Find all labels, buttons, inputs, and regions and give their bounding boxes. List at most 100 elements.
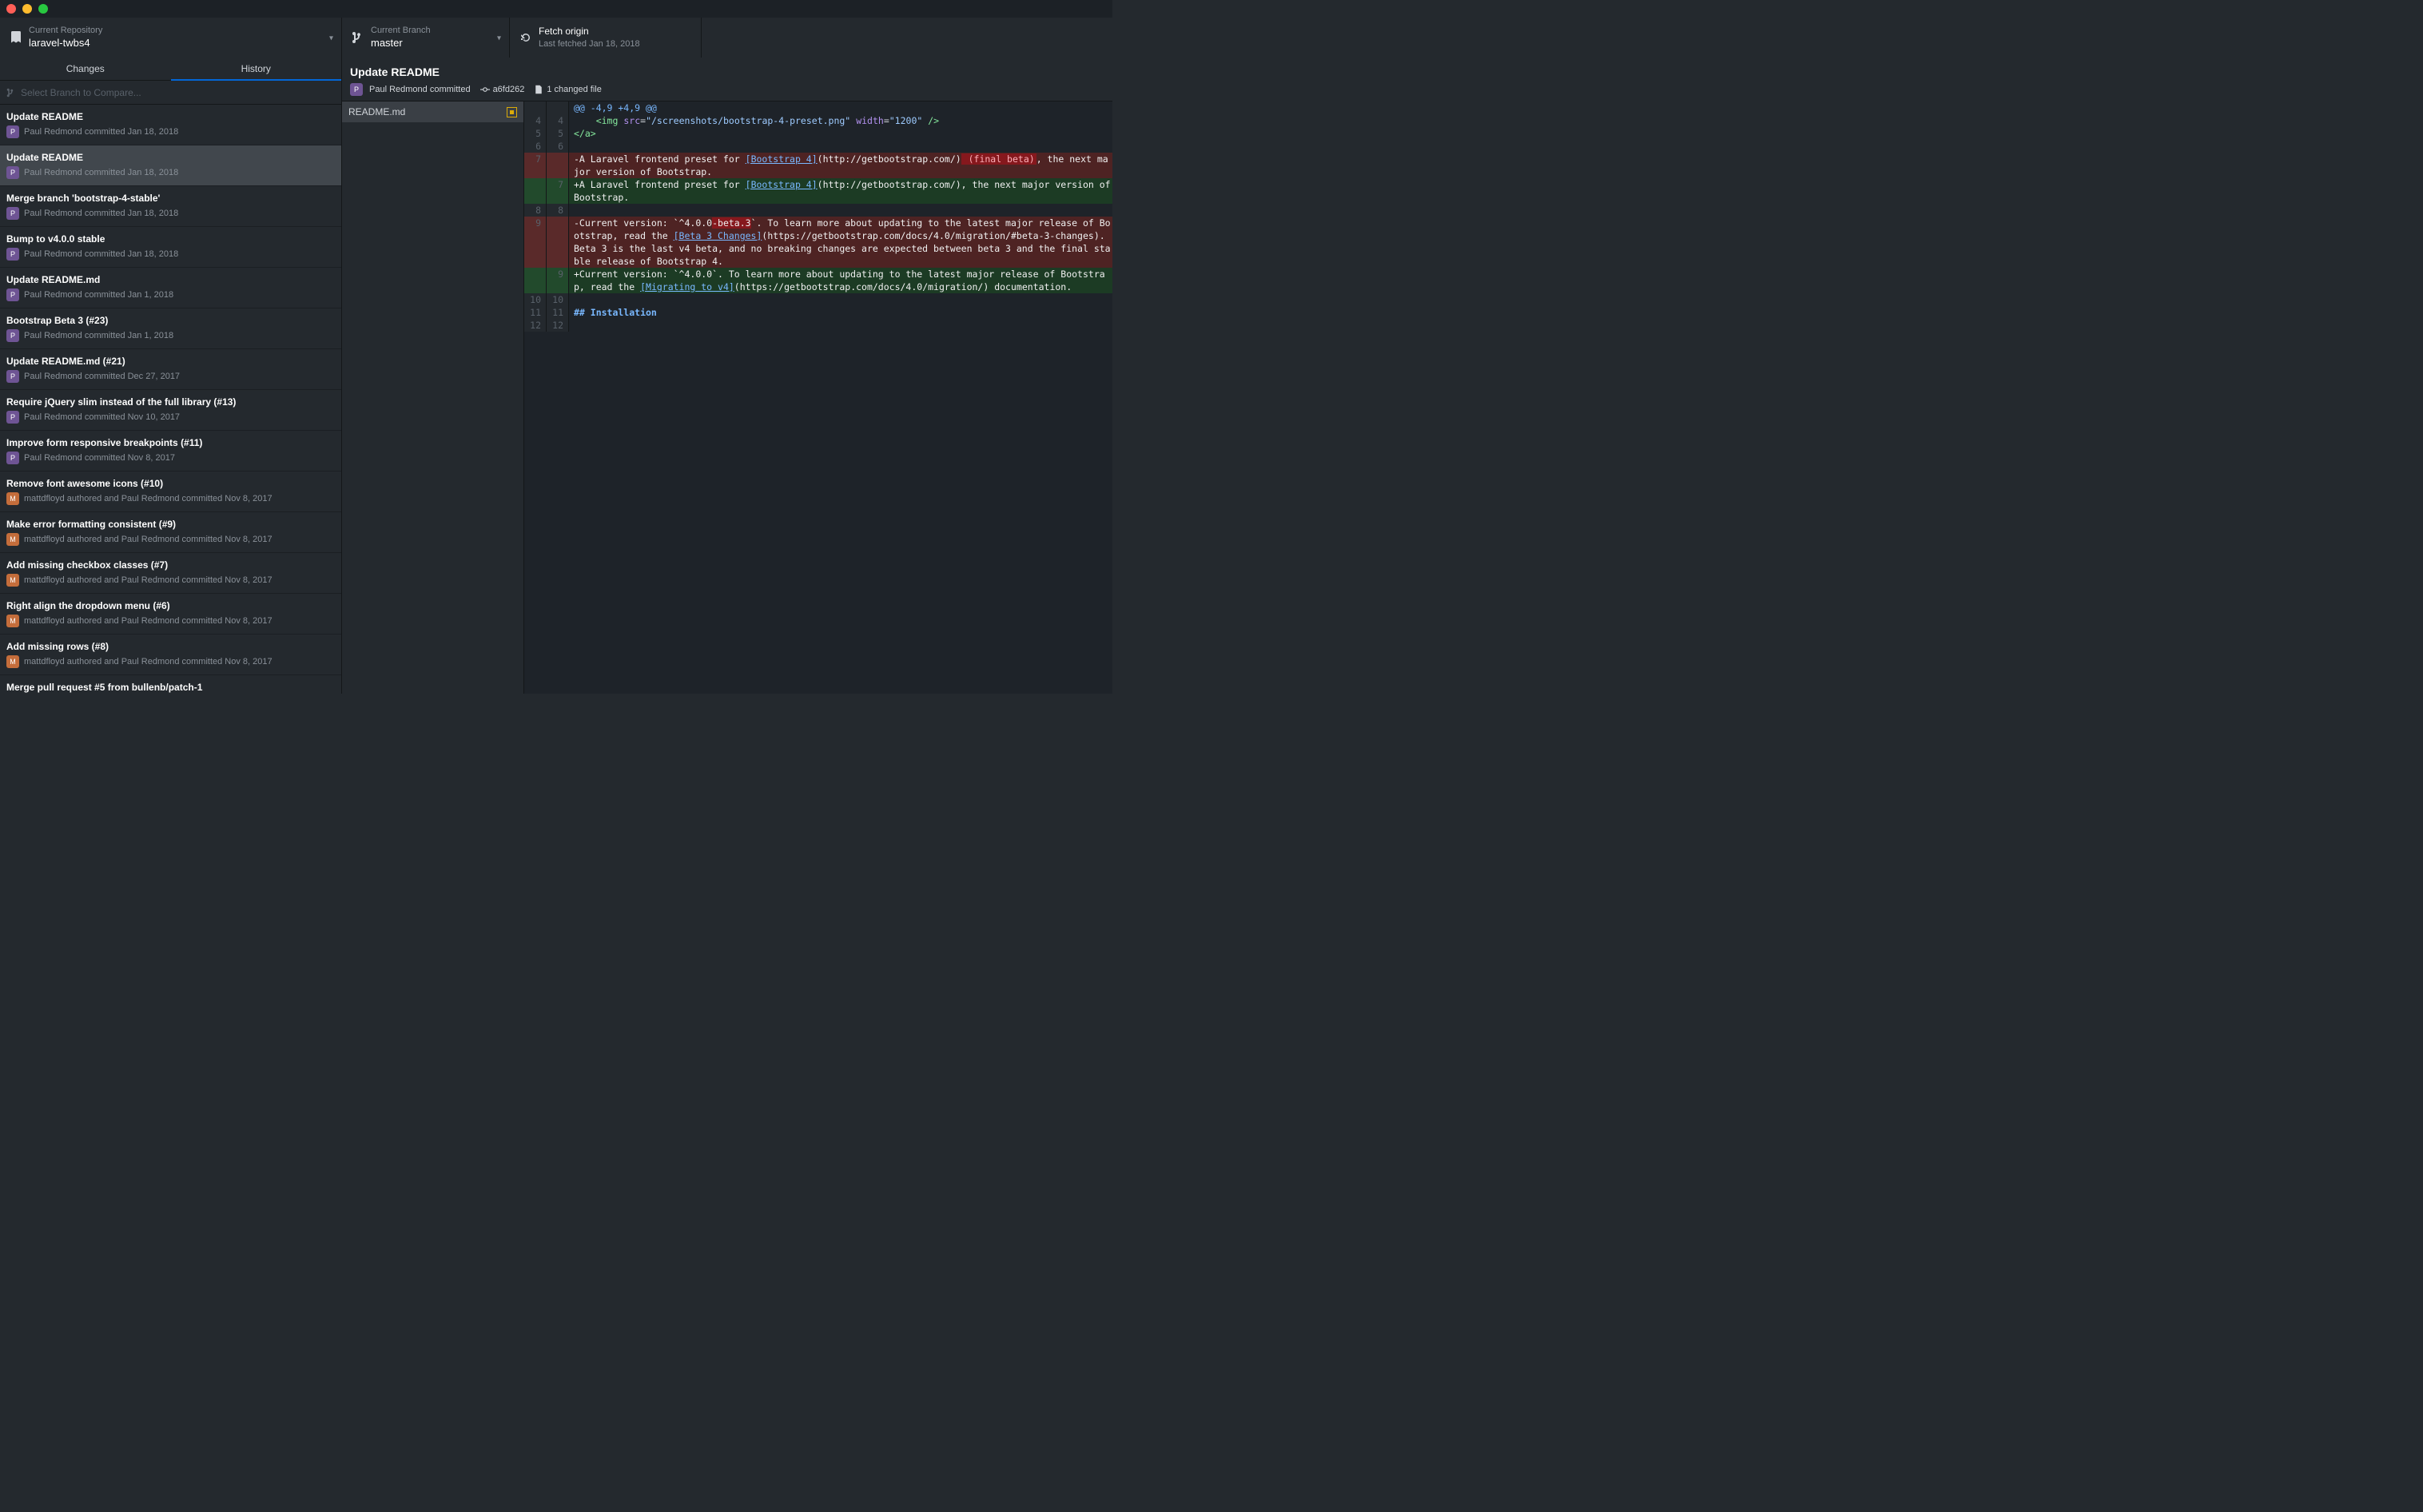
diff-line: 1010: [524, 293, 1112, 306]
avatar-icon: P: [350, 83, 363, 96]
avatar-icon: M: [6, 533, 19, 546]
commit-item[interactable]: Make error formatting consistent (#9) Mma…: [0, 512, 341, 553]
commit-sha: a6fd262: [493, 85, 525, 94]
close-window-icon[interactable]: [6, 4, 16, 14]
avatar-icon: P: [6, 288, 19, 301]
compare-branch-select[interactable]: Select Branch to Compare...: [0, 81, 341, 105]
commit-item-title: Bootstrap Beta 3 (#23): [6, 315, 335, 326]
sync-icon: [519, 31, 532, 44]
diff-line: 88: [524, 204, 1112, 217]
commit-item[interactable]: Improve form responsive breakpoints (#11…: [0, 431, 341, 472]
avatar-icon: P: [6, 248, 19, 261]
commit-item-meta: PPaul Redmond committed Nov 10, 2017: [6, 411, 335, 424]
avatar-icon: M: [6, 492, 19, 505]
commit-detail: Update README P Paul Redmond committed a…: [342, 58, 1112, 694]
compare-placeholder: Select Branch to Compare...: [21, 87, 141, 98]
commit-item[interactable]: Add missing rows (#8) Mmattdfloyd authore…: [0, 635, 341, 675]
commit-item-meta: PPaul Redmond committed Jan 1, 2018: [6, 329, 335, 342]
fetch-label: Fetch origin: [539, 26, 640, 38]
commit-item[interactable]: Merge pull request #5 from bullenb/patch…: [0, 675, 341, 694]
changed-file-item[interactable]: README.md: [342, 101, 523, 122]
diff-line: 1212: [524, 319, 1112, 332]
commit-header: Update README P Paul Redmond committed a…: [342, 58, 1112, 101]
zoom-window-icon[interactable]: [38, 4, 48, 14]
commit-item-title: Bump to v4.0.0 stable: [6, 233, 335, 245]
sha-seg[interactable]: a6fd262: [480, 85, 525, 94]
fetch-origin-button[interactable]: Fetch origin Last fetched Jan 18, 2018: [510, 18, 702, 58]
avatar-icon: M: [6, 615, 19, 627]
diff-line: 66: [524, 140, 1112, 153]
commit-item-meta: PPaul Redmond committed Dec 27, 2017: [6, 370, 335, 383]
commit-item-title: Update README: [6, 152, 335, 163]
avatar-icon: P: [6, 207, 19, 220]
files-seg: 1 changed file: [534, 85, 602, 94]
avatar-icon: M: [6, 574, 19, 587]
commit-item-meta: Mmattdfloyd authored and Paul Redmond co…: [6, 615, 335, 627]
diff-line: 7-A Laravel frontend preset for [Bootstr…: [524, 153, 1112, 178]
git-commit-icon: [480, 85, 490, 94]
file-diff-icon: [534, 85, 543, 94]
commit-item-title: Add missing rows (#8): [6, 641, 335, 652]
changed-files-list: README.md: [342, 101, 524, 694]
avatar-icon: P: [6, 166, 19, 179]
branch-value: master: [371, 37, 431, 50]
commit-item-title: Add missing checkbox classes (#7): [6, 559, 335, 571]
commit-item[interactable]: Update README PPaul Redmond committed Jan…: [0, 145, 341, 186]
commit-item-meta: PPaul Redmond committed Jan 1, 2018: [6, 288, 335, 301]
file-name: README.md: [348, 106, 405, 117]
commit-item-title: Update README.md (#21): [6, 356, 335, 367]
diff-line: 1111## Installation: [524, 306, 1112, 319]
tab-history[interactable]: History: [171, 58, 342, 80]
window-titlebar: [0, 0, 1112, 18]
diff-line: 55</a>: [524, 127, 1112, 140]
commit-item[interactable]: Merge branch 'bootstrap-4-stable'PPaul R…: [0, 186, 341, 227]
commit-item-meta: PPaul Redmond committed Jan 18, 2018: [6, 166, 335, 179]
commit-item[interactable]: Update README.mdPPaul Redmond committed …: [0, 268, 341, 308]
diff-line: 9-Current version: `^4.0.0-beta.3`. To l…: [524, 217, 1112, 268]
commit-item-meta: Mmattdfloyd authored and Paul Redmond co…: [6, 533, 335, 546]
chevron-down-icon: ▾: [497, 34, 501, 43]
avatar-icon: P: [6, 329, 19, 342]
commit-item[interactable]: Right align the dropdown menu (#6)Mmattd…: [0, 594, 341, 635]
committer-text: Paul Redmond committed: [369, 85, 471, 94]
repo-label: Current Repository: [29, 25, 102, 36]
diff-viewer[interactable]: @@ -4,9 +4,9 @@44 <img src="/screenshots…: [524, 101, 1112, 694]
commit-item[interactable]: Bootstrap Beta 3 (#23) PPaul Redmond comm…: [0, 308, 341, 349]
toolbar: Current Repository laravel-twbs4 ▾ Curre…: [0, 18, 1112, 58]
current-repository-button[interactable]: Current Repository laravel-twbs4 ▾: [0, 18, 342, 58]
commit-item[interactable]: Update READMEPPaul Redmond committed Jan…: [0, 105, 341, 145]
diff-hunk-header: @@ -4,9 +4,9 @@: [524, 101, 1112, 114]
tab-changes[interactable]: Changes: [0, 58, 171, 80]
git-branch-icon: [6, 88, 16, 97]
current-branch-button[interactable]: Current Branch master ▾: [342, 18, 510, 58]
commit-item[interactable]: Remove font awesome icons (#10)Mmattdflo…: [0, 472, 341, 512]
minimize-window-icon[interactable]: [22, 4, 32, 14]
commit-item[interactable]: Bump to v4.0.0 stable PPaul Redmond commi…: [0, 227, 341, 268]
commit-list[interactable]: Update README PPaul Redmond committed Jan…: [0, 105, 341, 694]
commit-item[interactable]: Require jQuery slim instead of the full …: [0, 390, 341, 431]
commit-item-title: Merge pull request #5 from bullenb/patch…: [6, 682, 335, 693]
commit-item-meta: Mmattdfloyd authored and Paul Redmond co…: [6, 574, 335, 587]
commit-item[interactable]: Add missing checkbox classes (#7) Mmattdf…: [0, 553, 341, 594]
commit-item-title: Merge branch 'bootstrap-4-stable': [6, 193, 335, 204]
avatar-icon: M: [6, 655, 19, 668]
diff-line: 9+Current version: `^4.0.0`. To learn mo…: [524, 268, 1112, 293]
commit-item-meta: PPaul Redmond committed Nov 8, 2017: [6, 452, 335, 464]
sidebar-tabs: Changes History: [0, 58, 341, 81]
commit-item-meta: PPaul Redmond committed Jan 18, 2018: [6, 248, 335, 261]
commit-item[interactable]: Update README.md (#21) PPaul Redmond comm…: [0, 349, 341, 390]
modified-badge-icon: [507, 107, 517, 117]
avatar-icon: P: [6, 411, 19, 424]
avatar-icon: P: [6, 452, 19, 464]
commit-item-meta: Mmattdfloyd authored and Paul Redmond co…: [6, 655, 335, 668]
diff-line: 7+A Laravel frontend preset for [Bootstr…: [524, 178, 1112, 204]
avatar-icon: P: [6, 125, 19, 138]
sidebar: Changes History Select Branch to Compare…: [0, 58, 342, 694]
commit-item-title: Make error formatting consistent (#9): [6, 519, 335, 530]
repo-icon: [10, 31, 22, 44]
git-branch-icon: [352, 31, 364, 44]
committer-seg: P Paul Redmond committed: [350, 83, 471, 96]
chevron-down-icon: ▾: [329, 34, 333, 43]
commit-item-meta: Mmattdfloyd authored and Paul Redmond co…: [6, 492, 335, 505]
diff-line: 44 <img src="/screenshots/bootstrap-4-pr…: [524, 114, 1112, 127]
